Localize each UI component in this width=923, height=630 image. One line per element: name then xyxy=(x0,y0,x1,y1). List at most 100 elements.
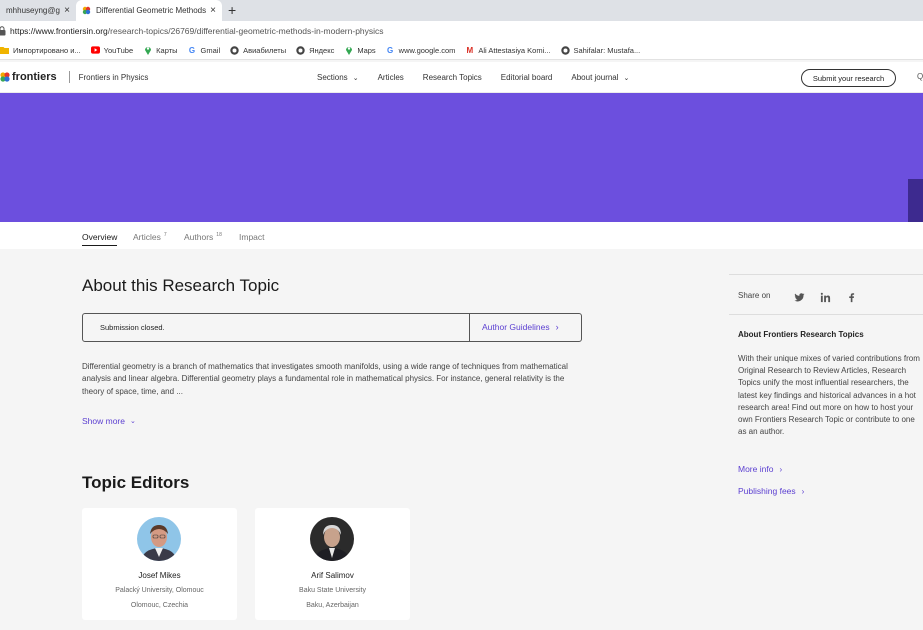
globe-icon xyxy=(560,45,570,55)
link-label: Publishing fees xyxy=(738,486,796,496)
linkedin-icon[interactable] xyxy=(820,290,831,303)
more-info-link[interactable]: More info › xyxy=(738,464,782,474)
topic-tabs: Overview Articles 7 Authors 18 Impact xyxy=(0,222,923,249)
submission-status-box: Submission closed. Author Guidelines › xyxy=(82,313,582,342)
nav-label: Articles xyxy=(377,73,404,82)
bookmark-item[interactable]: Maps xyxy=(344,46,376,55)
bookmark-label: www.google.com xyxy=(398,45,456,55)
bookmark-label: Sahifalar: Mustafa... xyxy=(573,45,641,55)
site-header: frontiers Frontiers in Physics Sections ⌄… xyxy=(0,62,923,93)
tab-articles[interactable]: Articles 7 xyxy=(133,232,167,242)
topic-editors-heading: Topic Editors xyxy=(82,473,190,492)
maps-pin-icon xyxy=(143,46,152,55)
frontiers-logo[interactable]: frontiers xyxy=(0,71,57,83)
browser-tab-strip: mhhuseyng@gm × Differential Geometric Me… xyxy=(0,0,923,21)
tab-count: 18 xyxy=(216,232,222,239)
chevron-down-icon: ⌄ xyxy=(623,74,630,82)
tab-title: mhhuseyng@gm xyxy=(6,6,60,15)
right-sidebar: Share on About Frontiers Research Topics… xyxy=(729,274,923,630)
url-text: https://www.frontiersin.org/research-top… xyxy=(10,26,384,36)
url-host: https://www.frontiersin.org xyxy=(10,26,108,36)
tab-authors[interactable]: Authors 18 xyxy=(184,232,222,242)
avatar xyxy=(137,517,181,561)
frontiers-logo-icon xyxy=(0,72,10,82)
editor-card[interactable]: Josef Mikes Palacký University, Olomouc … xyxy=(82,508,237,620)
nav-articles[interactable]: Articles xyxy=(378,73,404,82)
google-icon: G xyxy=(387,45,394,55)
nav-research-topics[interactable]: Research Topics xyxy=(423,73,482,82)
bookmark-item[interactable]: Импортировано и... xyxy=(0,46,81,55)
chevron-down-icon: ⌄ xyxy=(352,74,359,82)
tab-label: Authors xyxy=(184,232,214,242)
editor-affiliation: Baku State University xyxy=(299,587,366,594)
tab-label: Impact xyxy=(239,232,265,242)
tab-overview[interactable]: Overview xyxy=(82,232,118,246)
youtube-icon xyxy=(90,46,100,55)
journal-name[interactable]: Frontiers in Physics xyxy=(79,73,149,82)
chevron-right-icon: › xyxy=(555,322,559,332)
bookmarks-bar: Импортировано и... YouTube Карты G Gmail … xyxy=(0,41,923,60)
submit-research-button[interactable]: Submit your research xyxy=(801,69,896,87)
share-row: Share on xyxy=(729,274,923,315)
bookmark-item[interactable]: Sahifalar: Mustafa... xyxy=(560,45,641,55)
link-label: More info xyxy=(738,464,774,474)
twitter-icon[interactable] xyxy=(794,290,805,302)
bookmark-item[interactable]: Gwww.google.com xyxy=(386,45,456,55)
bookmark-item[interactable]: Авиабилеты xyxy=(230,46,286,55)
tab-impact[interactable]: Impact xyxy=(239,232,265,242)
guidelines-label: Author Guidelines xyxy=(482,322,550,332)
topic-description: Differential geometry is a branch of mat… xyxy=(82,362,568,396)
maps-pin-icon xyxy=(344,46,353,55)
nav-label: Editorial board xyxy=(500,73,553,82)
close-icon[interactable]: × xyxy=(64,5,70,16)
topic-banner xyxy=(0,93,923,222)
bookmark-label: Импортировано и... xyxy=(13,45,81,55)
about-heading: About this Research Topic xyxy=(82,276,280,295)
bookmark-label: Gmail xyxy=(200,45,221,55)
bookmark-item[interactable]: Карты xyxy=(143,46,178,55)
status-divider xyxy=(469,314,470,341)
address-bar[interactable]: https://www.frontiersin.org/research-top… xyxy=(0,21,923,41)
banner-side-tab[interactable] xyxy=(908,179,923,222)
main-nav: Sections ⌄ Articles Research Topics Edito… xyxy=(317,62,648,93)
new-tab-button[interactable]: + xyxy=(228,2,236,18)
submission-status: Submission closed. xyxy=(100,323,165,332)
url-path: /research-topics/26769/differential-geom… xyxy=(107,26,384,36)
editor-name: Josef Mikes xyxy=(138,571,181,580)
editor-card[interactable]: Arif Salimov Baku State University Baku,… xyxy=(255,508,410,620)
editor-location: Baku, Azerbaijan xyxy=(306,602,359,609)
bookmark-item[interactable]: G Gmail xyxy=(188,45,221,55)
bookmark-item[interactable]: M Ali Attestasiya Komi... xyxy=(465,45,551,55)
editor-location: Olomouc, Czechia xyxy=(130,602,189,609)
nav-label: Research Topics xyxy=(422,73,482,82)
publishing-fees-link[interactable]: Publishing fees › xyxy=(738,486,804,496)
google-icon: G xyxy=(188,45,196,55)
nav-editorial-board[interactable]: Editorial board xyxy=(501,73,553,82)
bookmark-label: Яндекс xyxy=(309,45,335,55)
browser-tab-active[interactable]: Differential Geometric Methods × xyxy=(76,0,222,21)
tab-title: Differential Geometric Methods xyxy=(96,6,207,15)
tab-count: 7 xyxy=(163,232,167,239)
about-research-topics-heading: About Frontiers Research Topics xyxy=(738,330,864,339)
nav-sections[interactable]: Sections ⌄ xyxy=(317,73,359,82)
nav-label: Sections xyxy=(317,73,348,82)
facebook-icon[interactable] xyxy=(846,290,857,303)
nav-about-journal[interactable]: About journal ⌄ xyxy=(571,73,629,82)
bookmark-item[interactable]: YouTube xyxy=(90,45,134,55)
bookmark-item[interactable]: Яндекс xyxy=(296,46,334,55)
bookmark-label: YouTube xyxy=(103,45,134,55)
globe-icon xyxy=(230,45,239,55)
logo-text: frontiers xyxy=(12,71,57,83)
show-more-label: Show more xyxy=(82,416,125,426)
header-divider xyxy=(68,71,70,83)
tab-label: Articles xyxy=(133,232,161,242)
avatar xyxy=(310,517,354,561)
bookmark-label: Авиабилеты xyxy=(243,45,287,55)
search-icon[interactable]: Q xyxy=(917,72,923,81)
browser-tab-gmail[interactable]: mhhuseyng@gm × xyxy=(0,0,76,21)
bookmark-label: Ali Attestasiya Komi... xyxy=(478,45,551,55)
author-guidelines-link[interactable]: Author Guidelines › xyxy=(482,322,559,332)
show-more-button[interactable]: Show more ⌄ xyxy=(82,416,136,426)
nav-label: About journal xyxy=(571,73,619,82)
close-icon[interactable]: × xyxy=(210,5,216,16)
